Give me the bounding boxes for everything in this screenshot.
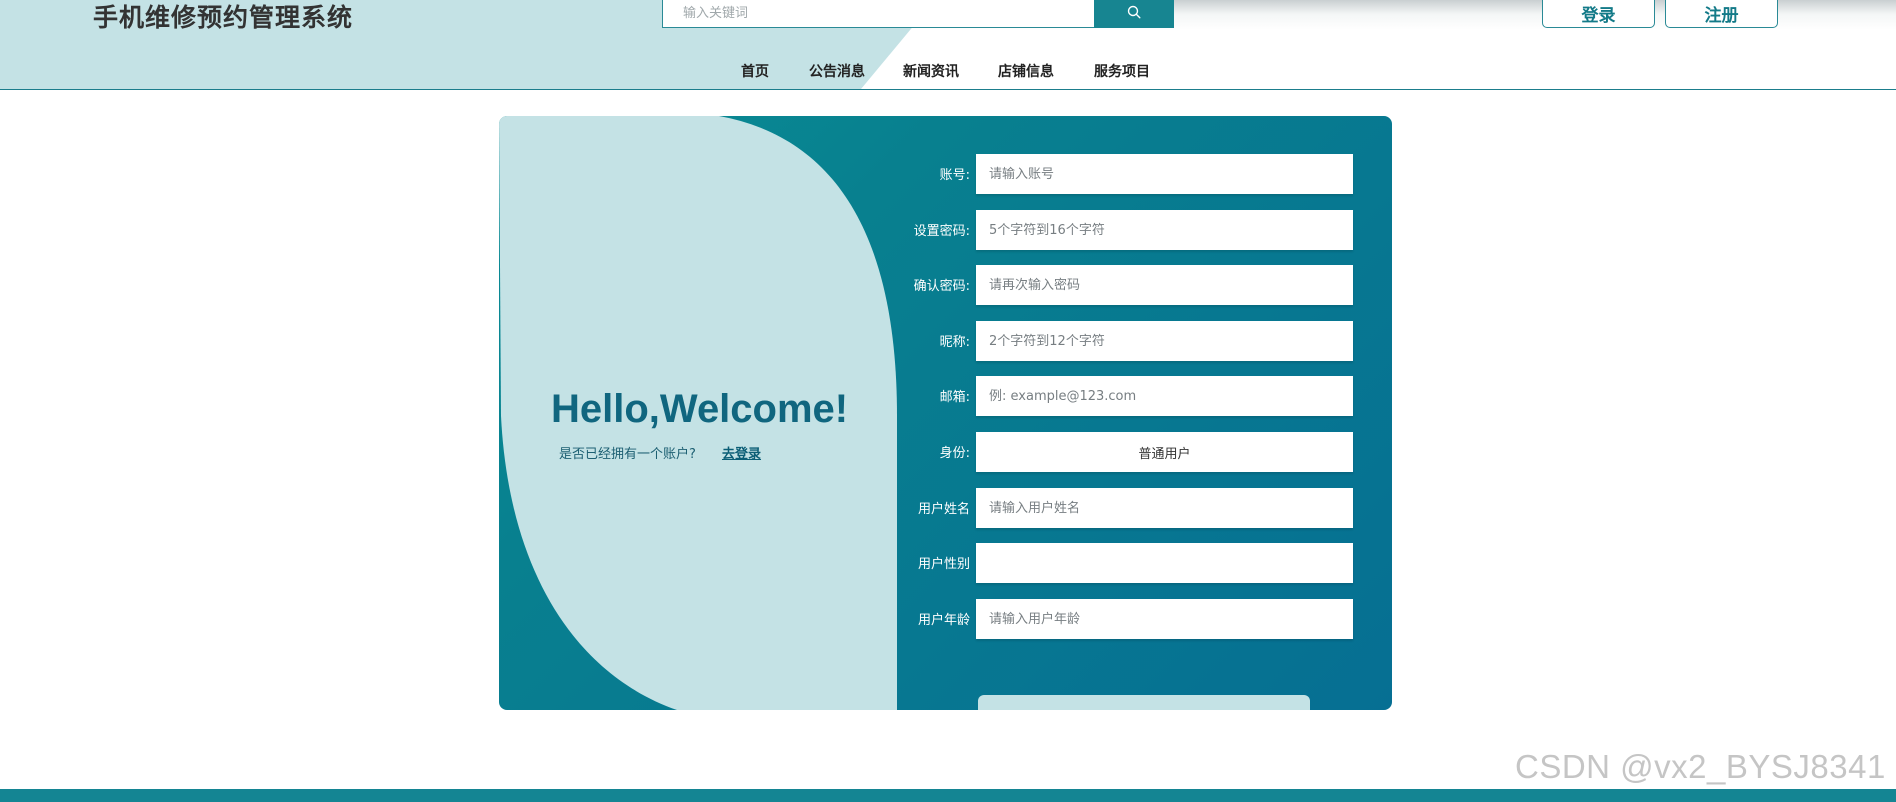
- role-select[interactable]: 普通用户: [976, 432, 1353, 472]
- account-input[interactable]: [976, 154, 1353, 194]
- nickname-input[interactable]: [976, 321, 1353, 361]
- nav-item-shops[interactable]: 店铺信息: [998, 61, 1054, 81]
- search-icon: [1127, 4, 1141, 23]
- form-row-email: 邮箱:: [897, 376, 1392, 418]
- welcome-panel: Hello,Welcome! 是否已经拥有一个账户? 去登录: [499, 116, 897, 710]
- confirm-password-input[interactable]: [976, 265, 1353, 305]
- form-row-password: 设置密码:: [897, 210, 1392, 252]
- go-login-link[interactable]: 去登录: [722, 443, 761, 462]
- nav-item-news[interactable]: 新闻资讯: [903, 61, 959, 81]
- main-nav: 首页 公告消息 新闻资讯 店铺信息 服务项目: [0, 61, 1896, 81]
- search-button[interactable]: [1094, 0, 1174, 28]
- header: 手机维修预约管理系统 登录 注册 首页 公告消息 新闻资讯 店铺信息 服务项目: [0, 0, 1896, 90]
- user-age-input[interactable]: [976, 599, 1353, 639]
- email-label: 邮箱:: [939, 390, 970, 405]
- form-row-user-name: 用户姓名: [897, 488, 1392, 530]
- register-submit-button[interactable]: [978, 695, 1310, 710]
- user-gender-select[interactable]: [976, 543, 1353, 583]
- form-row-account: 账号:: [897, 154, 1392, 196]
- user-name-label: 用户姓名: [917, 502, 970, 517]
- search-input[interactable]: [663, 0, 1096, 27]
- role-label: 身份:: [939, 446, 970, 461]
- register-button[interactable]: 注册: [1665, 0, 1778, 28]
- password-label: 设置密码:: [913, 224, 970, 239]
- user-gender-label: 用户性别: [917, 557, 970, 572]
- header-divider: [0, 89, 1896, 90]
- user-age-label: 用户年龄: [917, 613, 970, 628]
- nickname-label: 昵称:: [939, 335, 970, 350]
- search-box: [662, 0, 1096, 28]
- form-row-role: 身份: 普通用户: [897, 432, 1392, 474]
- form-row-user-age: 用户年龄: [897, 599, 1392, 641]
- login-button[interactable]: 登录: [1542, 0, 1655, 28]
- form-row-confirm-password: 确认密码:: [897, 265, 1392, 307]
- have-account-text: 是否已经拥有一个账户?: [559, 447, 696, 462]
- nav-item-home[interactable]: 首页: [741, 61, 769, 81]
- user-name-input[interactable]: [976, 488, 1353, 528]
- email-input[interactable]: [976, 376, 1353, 416]
- register-card: Hello,Welcome! 是否已经拥有一个账户? 去登录 账号: 设置密码:…: [499, 116, 1392, 710]
- watermark: CSDN @vx2_BYSJ8341: [1515, 748, 1886, 785]
- welcome-heading: Hello,Welcome!: [551, 387, 849, 431]
- nav-item-services[interactable]: 服务项目: [1094, 61, 1150, 81]
- form-row-nickname: 昵称:: [897, 321, 1392, 363]
- confirm-password-label: 确认密码:: [913, 279, 970, 294]
- site-title: 手机维修预约管理系统: [93, 3, 354, 32]
- nav-item-announcements[interactable]: 公告消息: [809, 61, 865, 81]
- account-label: 账号:: [939, 168, 970, 183]
- password-input[interactable]: [976, 210, 1353, 250]
- form-row-user-gender: 用户性别: [897, 543, 1392, 585]
- footer-bar: [0, 789, 1896, 802]
